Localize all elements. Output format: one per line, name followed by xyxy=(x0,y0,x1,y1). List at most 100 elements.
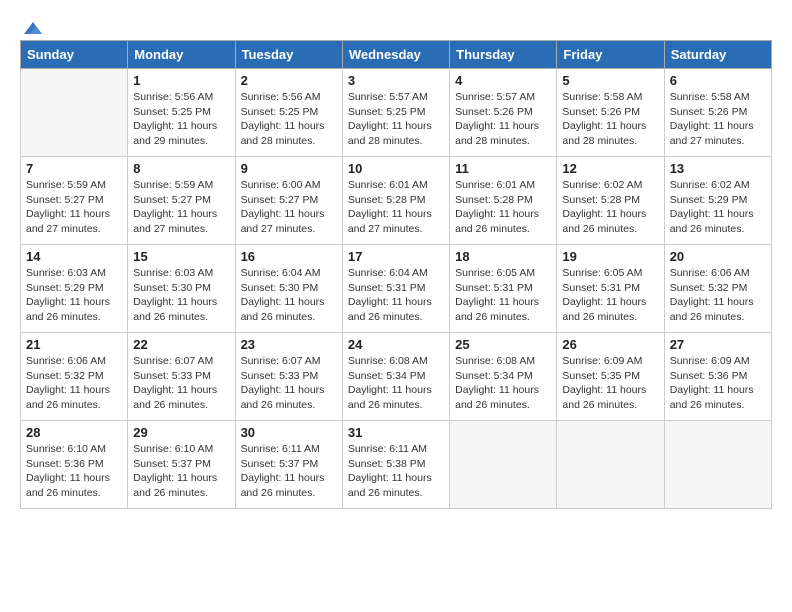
day-info: Sunrise: 6:11 AMSunset: 5:37 PMDaylight:… xyxy=(241,442,337,501)
calendar-header-monday: Monday xyxy=(128,41,235,69)
day-info: Sunrise: 6:04 AMSunset: 5:31 PMDaylight:… xyxy=(348,266,444,325)
day-number: 6 xyxy=(670,73,766,88)
day-number: 28 xyxy=(26,425,122,440)
calendar-cell xyxy=(557,421,664,509)
calendar-cell: 26 Sunrise: 6:09 AMSunset: 5:35 PMDayligh… xyxy=(557,333,664,421)
calendar-cell: 29Sunrise: 6:10 AMSunset: 5:37 PMDayligh… xyxy=(128,421,235,509)
day-info: Sunrise: 5:59 AMSunset: 5:27 PMDaylight:… xyxy=(133,178,229,237)
day-number: 1 xyxy=(133,73,229,88)
calendar-cell: 9 Sunrise: 6:00 AMSunset: 5:27 PMDaylight… xyxy=(235,157,342,245)
day-number: 12 xyxy=(562,161,658,176)
day-info: Sunrise: 6:09 AMSunset: 5:35 PMDaylight:… xyxy=(562,354,658,413)
calendar-cell: 1 Sunrise: 5:56 AMSunset: 5:25 PMDaylight… xyxy=(128,69,235,157)
calendar-cell: 16Sunrise: 6:04 AMSunset: 5:30 PMDayligh… xyxy=(235,245,342,333)
calendar-cell: 7 Sunrise: 5:59 AMSunset: 5:27 PMDaylight… xyxy=(21,157,128,245)
day-info: Sunrise: 6:06 AMSunset: 5:32 PMDaylight:… xyxy=(670,266,766,325)
day-info: Sunrise: 6:02 AMSunset: 5:29 PMDaylight:… xyxy=(670,178,766,237)
day-info: Sunrise: 6:11 AMSunset: 5:38 PMDaylight:… xyxy=(348,442,444,501)
day-info: Sunrise: 5:57 AMSunset: 5:26 PMDaylight:… xyxy=(455,90,551,149)
calendar-cell: 18 Sunrise: 6:05 AMSunset: 5:31 PMDayligh… xyxy=(450,245,557,333)
calendar-cell: 21 Sunrise: 6:06 AMSunset: 5:32 PMDayligh… xyxy=(21,333,128,421)
calendar-cell: 19 Sunrise: 6:05 AMSunset: 5:31 PMDayligh… xyxy=(557,245,664,333)
calendar-header-saturday: Saturday xyxy=(664,41,771,69)
logo-icon xyxy=(22,20,44,36)
day-info: Sunrise: 6:09 AMSunset: 5:36 PMDaylight:… xyxy=(670,354,766,413)
calendar-cell: 3Sunrise: 5:57 AMSunset: 5:25 PMDaylight… xyxy=(342,69,449,157)
day-number: 31 xyxy=(348,425,444,440)
day-number: 2 xyxy=(241,73,337,88)
day-info: Sunrise: 6:01 AMSunset: 5:28 PMDaylight:… xyxy=(348,178,444,237)
day-number: 23 xyxy=(241,337,337,352)
calendar-header-friday: Friday xyxy=(557,41,664,69)
day-number: 15 xyxy=(133,249,229,264)
calendar-cell: 11 Sunrise: 6:01 AMSunset: 5:28 PMDayligh… xyxy=(450,157,557,245)
day-number: 22 xyxy=(133,337,229,352)
day-number: 20 xyxy=(670,249,766,264)
calendar-cell xyxy=(450,421,557,509)
day-info: Sunrise: 6:10 AMSunset: 5:36 PMDaylight:… xyxy=(26,442,122,501)
day-info: Sunrise: 6:08 AMSunset: 5:34 PMDaylight:… xyxy=(455,354,551,413)
day-number: 11 xyxy=(455,161,551,176)
day-info: Sunrise: 6:00 AMSunset: 5:27 PMDaylight:… xyxy=(241,178,337,237)
day-info: Sunrise: 6:05 AMSunset: 5:31 PMDaylight:… xyxy=(455,266,551,325)
day-number: 19 xyxy=(562,249,658,264)
calendar-cell: 2 Sunrise: 5:56 AMSunset: 5:25 PMDaylight… xyxy=(235,69,342,157)
day-info: Sunrise: 5:58 AMSunset: 5:26 PMDaylight:… xyxy=(562,90,658,149)
day-info: Sunrise: 6:02 AMSunset: 5:28 PMDaylight:… xyxy=(562,178,658,237)
day-number: 27 xyxy=(670,337,766,352)
calendar-cell xyxy=(664,421,771,509)
day-info: Sunrise: 6:04 AMSunset: 5:30 PMDaylight:… xyxy=(241,266,337,325)
calendar-header-sunday: Sunday xyxy=(21,41,128,69)
calendar-cell: 22 Sunrise: 6:07 AMSunset: 5:33 PMDayligh… xyxy=(128,333,235,421)
day-info: Sunrise: 6:08 AMSunset: 5:34 PMDaylight:… xyxy=(348,354,444,413)
calendar-cell: 14Sunrise: 6:03 AMSunset: 5:29 PMDayligh… xyxy=(21,245,128,333)
day-info: Sunrise: 6:05 AMSunset: 5:31 PMDaylight:… xyxy=(562,266,658,325)
week-row-5: 28 Sunrise: 6:10 AMSunset: 5:36 PMDayligh… xyxy=(21,421,772,509)
calendar-cell: 20 Sunrise: 6:06 AMSunset: 5:32 PMDayligh… xyxy=(664,245,771,333)
day-info: Sunrise: 6:03 AMSunset: 5:29 PMDaylight:… xyxy=(26,266,122,325)
calendar-cell: 4 Sunrise: 5:57 AMSunset: 5:26 PMDaylight… xyxy=(450,69,557,157)
day-info: Sunrise: 6:07 AMSunset: 5:33 PMDaylight:… xyxy=(133,354,229,413)
day-info: Sunrise: 6:06 AMSunset: 5:32 PMDaylight:… xyxy=(26,354,122,413)
calendar-cell: 12 Sunrise: 6:02 AMSunset: 5:28 PMDayligh… xyxy=(557,157,664,245)
day-number: 26 xyxy=(562,337,658,352)
day-number: 30 xyxy=(241,425,337,440)
calendar-cell: 28 Sunrise: 6:10 AMSunset: 5:36 PMDayligh… xyxy=(21,421,128,509)
calendar-header-thursday: Thursday xyxy=(450,41,557,69)
calendar-header-tuesday: Tuesday xyxy=(235,41,342,69)
page-header xyxy=(20,20,772,32)
week-row-2: 7 Sunrise: 5:59 AMSunset: 5:27 PMDaylight… xyxy=(21,157,772,245)
day-number: 8 xyxy=(133,161,229,176)
day-number: 21 xyxy=(26,337,122,352)
day-number: 10 xyxy=(348,161,444,176)
calendar-cell: 27 Sunrise: 6:09 AMSunset: 5:36 PMDayligh… xyxy=(664,333,771,421)
day-info: Sunrise: 5:56 AMSunset: 5:25 PMDaylight:… xyxy=(133,90,229,149)
day-info: Sunrise: 6:03 AMSunset: 5:30 PMDaylight:… xyxy=(133,266,229,325)
day-number: 7 xyxy=(26,161,122,176)
day-info: Sunrise: 5:57 AMSunset: 5:25 PMDaylight:… xyxy=(348,90,444,149)
day-info: Sunrise: 5:56 AMSunset: 5:25 PMDaylight:… xyxy=(241,90,337,149)
calendar-cell: 15 Sunrise: 6:03 AMSunset: 5:30 PMDayligh… xyxy=(128,245,235,333)
day-info: Sunrise: 5:58 AMSunset: 5:26 PMDaylight:… xyxy=(670,90,766,149)
day-number: 4 xyxy=(455,73,551,88)
day-number: 9 xyxy=(241,161,337,176)
calendar-cell xyxy=(21,69,128,157)
calendar-cell: 30 Sunrise: 6:11 AMSunset: 5:37 PMDayligh… xyxy=(235,421,342,509)
day-number: 25 xyxy=(455,337,551,352)
calendar-cell: 8 Sunrise: 5:59 AMSunset: 5:27 PMDaylight… xyxy=(128,157,235,245)
day-number: 17 xyxy=(348,249,444,264)
calendar-cell: 17 Sunrise: 6:04 AMSunset: 5:31 PMDayligh… xyxy=(342,245,449,333)
day-info: Sunrise: 6:01 AMSunset: 5:28 PMDaylight:… xyxy=(455,178,551,237)
day-number: 5 xyxy=(562,73,658,88)
calendar-header-row: SundayMondayTuesdayWednesdayThursdayFrid… xyxy=(21,41,772,69)
week-row-4: 21 Sunrise: 6:06 AMSunset: 5:32 PMDayligh… xyxy=(21,333,772,421)
calendar-table: SundayMondayTuesdayWednesdayThursdayFrid… xyxy=(20,40,772,509)
calendar-cell: 10 Sunrise: 6:01 AMSunset: 5:28 PMDayligh… xyxy=(342,157,449,245)
day-info: Sunrise: 5:59 AMSunset: 5:27 PMDaylight:… xyxy=(26,178,122,237)
day-number: 18 xyxy=(455,249,551,264)
calendar-cell: 31 Sunrise: 6:11 AMSunset: 5:38 PMDayligh… xyxy=(342,421,449,509)
calendar-cell: 23 Sunrise: 6:07 AMSunset: 5:33 PMDayligh… xyxy=(235,333,342,421)
day-info: Sunrise: 6:07 AMSunset: 5:33 PMDaylight:… xyxy=(241,354,337,413)
calendar-cell: 5 Sunrise: 5:58 AMSunset: 5:26 PMDaylight… xyxy=(557,69,664,157)
calendar-cell: 25 Sunrise: 6:08 AMSunset: 5:34 PMDayligh… xyxy=(450,333,557,421)
